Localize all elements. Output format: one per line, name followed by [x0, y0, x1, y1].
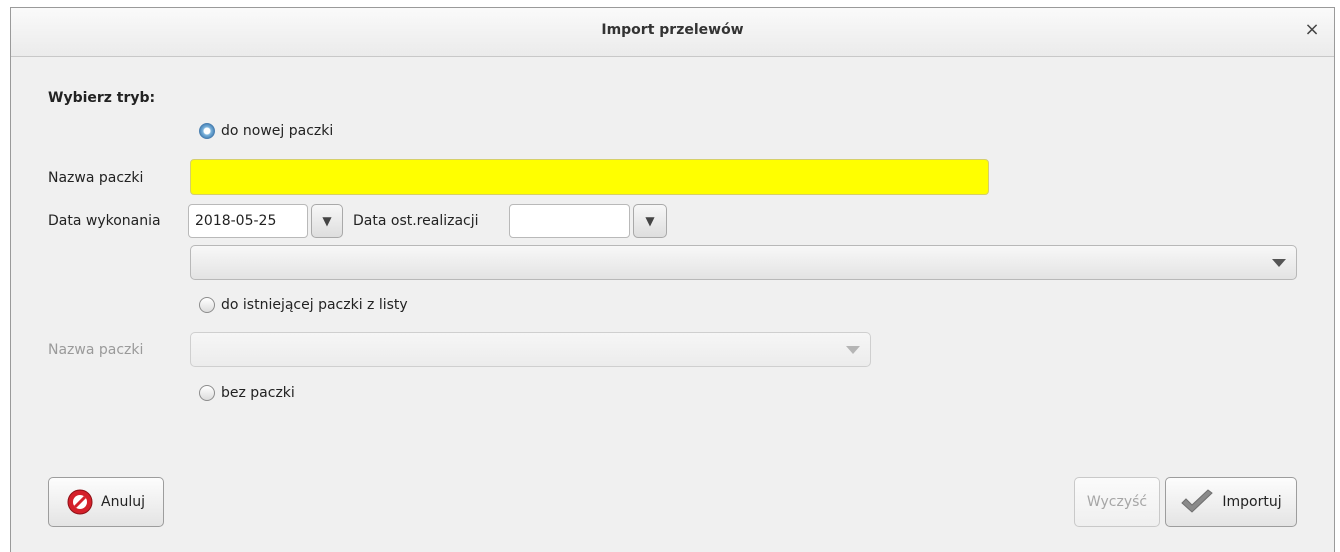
- radio-no-package-label: bez paczki: [221, 385, 295, 401]
- cancel-button[interactable]: Anuluj: [48, 477, 164, 527]
- last-realization-dropdown-button[interactable]: ▼: [633, 204, 667, 238]
- title-bar: Import przelewów ×: [11, 8, 1334, 57]
- import-button[interactable]: Importuj: [1165, 477, 1297, 527]
- new-package-type-combo[interactable]: [190, 245, 1297, 280]
- triangle-down-icon: ▼: [645, 214, 655, 228]
- execution-date-input[interactable]: 2018-05-25: [188, 204, 308, 238]
- import-button-label: Importuj: [1222, 494, 1282, 510]
- triangle-down-icon: ▼: [322, 214, 332, 228]
- last-realization-label: Data ost.realizacji: [353, 213, 479, 229]
- chevron-down-icon: [1272, 258, 1286, 267]
- execution-date-label: Data wykonania: [48, 213, 161, 229]
- radio-checked-icon[interactable]: [199, 123, 215, 139]
- radio-new-package-label: do nowej paczki: [221, 123, 334, 139]
- existing-package-label: Nazwa paczki: [48, 342, 144, 358]
- existing-package-combo[interactable]: [190, 332, 871, 367]
- chevron-down-icon: [846, 345, 860, 354]
- last-realization-input[interactable]: [509, 204, 630, 238]
- radio-new-package[interactable]: do nowej paczki: [199, 123, 333, 139]
- radio-unchecked-icon[interactable]: [199, 385, 215, 401]
- radio-no-package[interactable]: bez paczki: [199, 385, 295, 401]
- dialog-title: Import przelewów: [601, 22, 744, 38]
- execution-date-dropdown-button[interactable]: ▼: [311, 204, 343, 238]
- cancel-icon: [67, 489, 93, 515]
- radio-existing-package[interactable]: do istniejącej paczki z listy: [199, 297, 408, 313]
- package-name-label: Nazwa paczki: [48, 170, 144, 186]
- checkmark-icon: [1180, 489, 1214, 515]
- mode-heading: Wybierz tryb:: [48, 90, 156, 106]
- close-icon[interactable]: ×: [1300, 18, 1324, 42]
- clear-button[interactable]: Wyczyść: [1074, 477, 1160, 527]
- radio-existing-package-label: do istniejącej paczki z listy: [221, 297, 408, 313]
- radio-unchecked-icon[interactable]: [199, 297, 215, 313]
- package-name-input[interactable]: [190, 159, 989, 195]
- clear-button-label: Wyczyść: [1086, 494, 1148, 510]
- cancel-button-label: Anuluj: [101, 494, 145, 510]
